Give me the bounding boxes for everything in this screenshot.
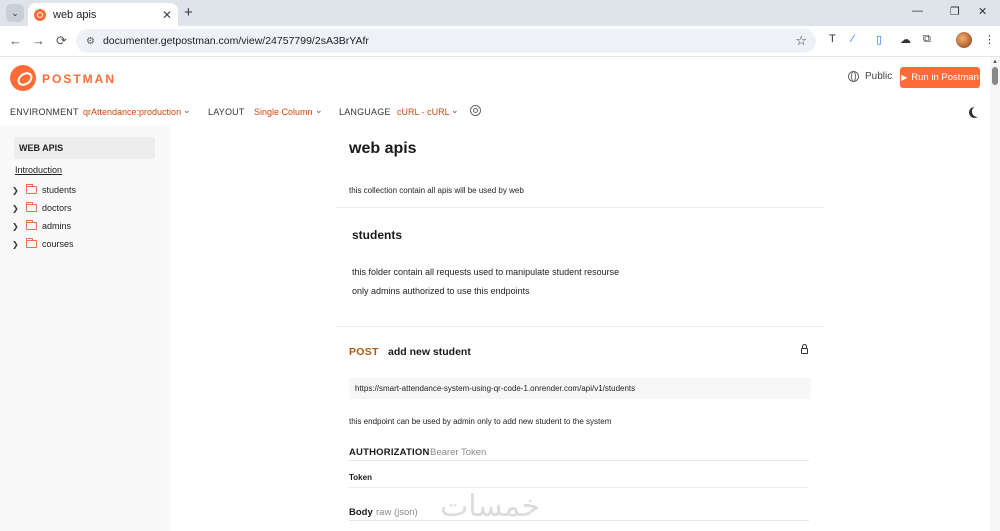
minimize-button[interactable]: — <box>912 5 923 17</box>
site-info-icon[interactable]: ⚙ <box>86 36 95 47</box>
folder-description-line: this folder contain all requests used to… <box>352 267 620 277</box>
chevron-down-icon[interactable]: ⌄ <box>183 105 191 116</box>
page-scrollbar[interactable]: ▲ <box>990 57 1000 531</box>
reload-button[interactable]: ⟳ <box>56 33 67 49</box>
folder-description-line: only admins authorized to use this endpo… <box>352 286 530 296</box>
chevron-right-icon[interactable]: ❯ <box>12 240 22 249</box>
request-url[interactable]: https://smart-attendance-system-using-qr… <box>349 378 811 399</box>
folder-icon <box>26 202 37 212</box>
browser-menu-icon[interactable]: ⋮ <box>984 33 995 46</box>
extension-cloud-icon[interactable]: ☁ <box>900 33 911 46</box>
section-divider <box>335 207 825 208</box>
tab-search-button[interactable]: ⌄ <box>6 4 24 22</box>
language-settings-gear-icon[interactable] <box>470 105 481 116</box>
lock-icon <box>801 344 808 354</box>
visibility-label: Public <box>865 71 893 82</box>
sidebar-item-introduction[interactable]: Introduction <box>15 165 62 175</box>
globe-icon <box>848 71 859 82</box>
chevron-right-icon[interactable]: ❯ <box>12 186 22 195</box>
authorization-type: Bearer Token <box>430 447 487 458</box>
visibility-indicator: Public <box>848 71 892 82</box>
restore-button[interactable]: ❐ <box>950 5 960 18</box>
postman-header: POSTMAN Public ▶ Run in Postman <box>0 57 990 99</box>
token-label: Token <box>349 473 372 482</box>
dark-mode-moon-icon[interactable] <box>972 106 983 117</box>
tab-title: web apis <box>53 8 97 21</box>
back-button[interactable]: ← <box>9 33 22 48</box>
body-label: Body <box>349 507 373 518</box>
sidebar-folder-courses[interactable]: ❯ courses <box>12 237 74 251</box>
new-tab-button[interactable]: + <box>184 4 193 21</box>
extensions-puzzle-icon[interactable]: ⧉ <box>923 33 931 46</box>
postman-logo-text[interactable]: POSTMAN <box>42 72 116 86</box>
extension-translate-icon[interactable]: T <box>829 33 836 45</box>
extension-pen-icon[interactable]: ⁄ <box>852 33 854 45</box>
address-bar[interactable]: ⚙ documenter.getpostman.com/view/2475779… <box>76 29 816 53</box>
sidebar-folder-label: doctors <box>42 203 72 213</box>
body-divider <box>349 520 809 521</box>
scroll-up-icon[interactable]: ▲ <box>992 59 998 65</box>
address-url[interactable]: documenter.getpostman.com/view/24757799/… <box>103 35 795 47</box>
body-type: raw (json) <box>376 507 418 518</box>
sidebar-folder-students[interactable]: ❯ students <box>12 183 76 197</box>
postman-favicon-icon <box>34 8 46 21</box>
section-divider <box>335 326 825 327</box>
chevron-right-icon[interactable]: ❯ <box>12 222 22 231</box>
sidebar-folder-label: students <box>42 185 77 195</box>
folder-icon <box>26 184 37 194</box>
authorization-label: AUTHORIZATION <box>349 447 430 458</box>
sidebar: WEB APIS Introduction ❯ students ❯ docto… <box>0 125 170 531</box>
documentation-settings-bar: ENVIRONMENT qrAttendance:production ⌄ LA… <box>0 99 990 125</box>
browser-tabstrip: ⌄ web apis ✕ + — ❐ ✕ <box>0 0 1000 26</box>
sidebar-folder-admins[interactable]: ❯ admins <box>12 219 71 233</box>
browser-tab[interactable]: web apis ✕ <box>28 3 178 26</box>
postman-logo-icon[interactable] <box>10 65 36 91</box>
browser-toolbar: ← → ⟳ ⚙ documenter.getpostman.com/view/2… <box>0 26 1000 57</box>
layout-label: LAYOUT <box>208 107 245 117</box>
folder-title: students <box>352 228 403 242</box>
extension-doc-icon[interactable]: ▯ <box>876 33 882 46</box>
bookmark-star-icon[interactable]: ☆ <box>795 33 807 49</box>
chevron-down-icon[interactable]: ⌄ <box>451 105 459 116</box>
environment-select[interactable]: qrAttendance:production <box>83 107 181 117</box>
folder-icon <box>26 220 37 230</box>
scrollbar-thumb[interactable] <box>992 67 998 85</box>
watermark-text: خمسات <box>440 489 541 524</box>
forward-button[interactable]: → <box>32 33 45 48</box>
request-name: add new student <box>388 346 471 358</box>
documentation-content: web apis this collection contain all api… <box>170 125 990 531</box>
tab-close-icon[interactable]: ✕ <box>162 8 172 22</box>
profile-avatar[interactable] <box>956 32 972 48</box>
layout-select[interactable]: Single Column <box>254 107 313 117</box>
collection-title: web apis <box>349 140 417 157</box>
authorization-divider <box>349 460 809 461</box>
folder-icon <box>26 238 37 248</box>
play-icon: ▶ <box>901 73 908 82</box>
chevron-right-icon[interactable]: ❯ <box>12 204 22 213</box>
sidebar-folder-label: admins <box>42 221 72 231</box>
environment-label: ENVIRONMENT <box>10 107 79 117</box>
sidebar-folder-label: courses <box>42 239 74 249</box>
chevron-down-icon[interactable]: ⌄ <box>315 105 323 116</box>
run-in-postman-label: Run in Postman <box>911 72 979 83</box>
language-select[interactable]: cURL - cURL <box>397 107 450 117</box>
run-in-postman-button[interactable]: ▶ Run in Postman <box>900 67 980 88</box>
sidebar-heading[interactable]: WEB APIS <box>14 137 155 159</box>
window-close-button[interactable]: ✕ <box>978 5 987 18</box>
request-description: this endpoint can be used by admin only … <box>349 417 612 426</box>
collection-description: this collection contain all apis will be… <box>349 186 524 195</box>
token-divider <box>349 487 809 488</box>
sidebar-folder-doctors[interactable]: ❯ doctors <box>12 201 72 215</box>
language-label: LANGUAGE <box>339 107 391 117</box>
request-method-badge: POST <box>349 346 379 358</box>
